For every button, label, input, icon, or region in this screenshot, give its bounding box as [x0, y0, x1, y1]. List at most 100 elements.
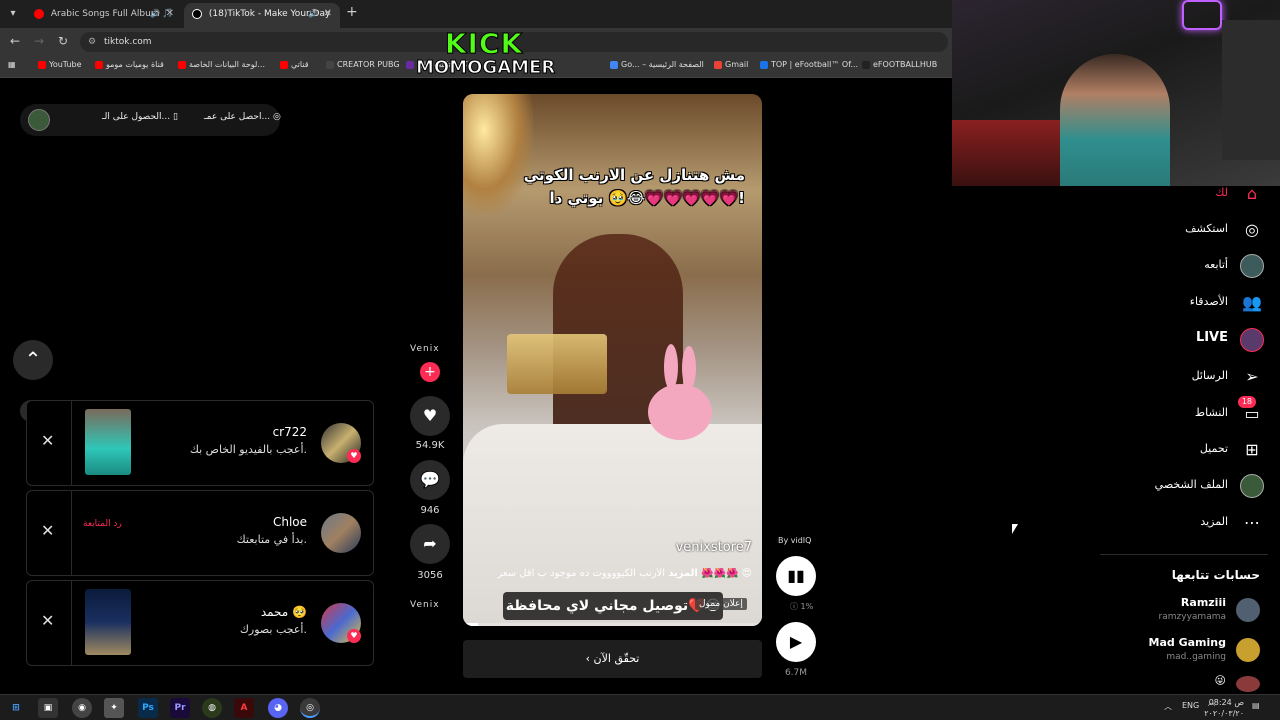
language-indicator[interactable]: ENG	[1182, 701, 1199, 710]
bookmark-google-home[interactable]: Go... – الصفحة الرئيسية	[610, 60, 704, 69]
tray-chevron-icon[interactable]: ︿	[1164, 701, 1172, 712]
close-tab-icon[interactable]: ✕	[166, 3, 174, 25]
photo-thumbnail[interactable]	[85, 589, 131, 655]
close-icon[interactable]: ✕	[41, 521, 54, 540]
follow-plus-icon[interactable]: +	[420, 362, 440, 382]
get-coins-link[interactable]: احصل على عمـ... ◎	[204, 112, 281, 122]
video-progress-bar[interactable]	[463, 623, 762, 626]
obs-icon[interactable]: ◉	[72, 698, 92, 718]
chrome-icon[interactable]: ◎	[300, 698, 320, 718]
browser-tab-youtube[interactable]: Arabic Songs Full Album 🎵 🔊 ✕	[26, 3, 182, 28]
following-account[interactable]: Mad Gaming mad..gaming	[1100, 634, 1270, 670]
bookmark-efootball[interactable]: TOP | eFootball™ Of...	[760, 60, 858, 69]
notification-center-icon[interactable]: ▤	[1252, 701, 1260, 710]
friends-icon: 👥	[1242, 293, 1262, 312]
app-icon[interactable]: ◍	[202, 698, 222, 718]
heart-icon: ♥	[422, 406, 438, 425]
share-button[interactable]: ➦	[410, 524, 450, 564]
follow-back-button[interactable]: رد المتابعة	[83, 519, 122, 529]
sidebar-item-following[interactable]: أتابعه	[1114, 248, 1264, 284]
sound-brand-logo[interactable]: Venix	[410, 600, 440, 610]
following-account[interactable]: 😜	[1100, 672, 1270, 692]
bar-chart-icon: ▮▮	[787, 566, 805, 585]
pink-bunny-toy	[648, 344, 712, 440]
coin-icon: ◎	[272, 112, 281, 122]
site-info-icon[interactable]: ⚙	[88, 32, 96, 52]
video-player[interactable]: مش هتنازل عن الارنب الكوتي بوتي دا 🥹😂💗💗💗…	[463, 94, 762, 626]
get-app-link[interactable]: الحصول على الـ... ▯	[102, 112, 178, 122]
kick-stream-overlay: KICK MOMOGAMER	[416, 29, 556, 78]
tab-search-icon[interactable]: ▾	[4, 5, 22, 23]
comment-button[interactable]: 💬	[410, 460, 450, 500]
back-arrow-icon[interactable]: ←	[10, 34, 20, 48]
close-tab-icon[interactable]: ✕	[324, 3, 332, 25]
sidebar-item-upload[interactable]: تحميل ⊞	[1114, 432, 1264, 468]
premiere-icon[interactable]: Pr	[170, 698, 190, 718]
phone-icon: ▯	[172, 112, 178, 122]
notification-card[interactable]: ✕ محمد 🥺 أعجب بصورك. ♥	[26, 580, 374, 666]
bookmark-favicon-icon	[714, 60, 722, 69]
sidebar-item-more[interactable]: المزيد ⋯	[1114, 505, 1264, 541]
like-button[interactable]: ♥	[410, 396, 450, 436]
profile-icon	[1240, 474, 1264, 498]
sidebar-item-profile[interactable]: الملف الشخصي	[1114, 468, 1264, 504]
vidiq-label: By vidIQ	[778, 536, 812, 545]
streamer-figure	[1060, 54, 1170, 186]
more-icon: ⋯	[1244, 513, 1260, 532]
app-icon[interactable]: ✦	[104, 698, 124, 718]
photoshop-icon[interactable]: Ps	[138, 698, 158, 718]
bookmark-favicon-icon	[610, 60, 618, 69]
discord-icon[interactable]: ◕	[268, 698, 288, 718]
tiktok-favicon-icon	[192, 8, 202, 19]
taskbar-clock[interactable]: 08:24 ص ٢٠٢٠/٠٣/٢٠	[1204, 697, 1244, 719]
close-icon[interactable]: ✕	[41, 431, 54, 450]
chevron-left-icon: ‹	[585, 652, 594, 665]
sidebar-item-friends[interactable]: الأصدقاء 👥	[1114, 285, 1264, 321]
bookmark-favicon-icon	[38, 60, 46, 69]
sidebar-item-activity[interactable]: النشاط ▭ 18	[1114, 396, 1264, 432]
bookmark-youtube[interactable]: YouTube	[38, 60, 82, 69]
notification-message: أعجب بصورك.	[239, 623, 307, 636]
avatar[interactable]	[28, 109, 50, 131]
notification-card[interactable]: ✕ cr722 أعجب بالفيديو الخاص بك. ♥	[26, 400, 374, 486]
bookmark-gmail[interactable]: Gmail	[714, 60, 748, 69]
avatar[interactable]	[321, 513, 361, 553]
forward-arrow-icon[interactable]: →	[34, 34, 44, 48]
reload-icon[interactable]: ↻	[58, 34, 68, 48]
bookmark-efootballhub[interactable]: eFOOTBALLHUB	[862, 60, 937, 69]
windows-start-icon[interactable]: ⊞	[6, 698, 26, 718]
new-tab-button[interactable]: +	[346, 4, 358, 20]
comment-icon: 💬	[420, 470, 440, 489]
sidebar-item-live[interactable]: LIVE	[1114, 322, 1264, 358]
previous-video-button[interactable]: ⌃	[13, 340, 53, 380]
play-button[interactable]: ▶	[776, 622, 816, 662]
bookmark-momo-channel[interactable]: قناة يوميات مومو	[95, 60, 164, 69]
browser-tab-tiktok[interactable]: (18)TikTok - Make Your Day 🔊 ✕	[184, 3, 340, 28]
acrobat-icon[interactable]: A	[234, 698, 254, 718]
progress-fill	[463, 623, 478, 626]
check-now-button[interactable]: ‹ تحقّق الآن	[463, 640, 762, 678]
stats-button[interactable]: ▮▮	[776, 556, 816, 596]
divider	[71, 401, 72, 485]
more-link[interactable]: المزيد	[668, 568, 698, 579]
sidebar-item-messages[interactable]: الرسائل ➢	[1114, 359, 1264, 395]
avatar	[1236, 598, 1260, 622]
url-text: tiktok.com	[104, 37, 152, 47]
sidebar-item-for-you[interactable]: لك ⌂	[1114, 176, 1264, 212]
notification-card[interactable]: ✕ رد المتابعة Chloe بدأ في متابعتك.	[26, 490, 374, 576]
creator-brand-logo[interactable]: Venix	[410, 344, 440, 354]
close-icon[interactable]: ✕	[41, 611, 54, 630]
speaker-icon[interactable]: 🔊	[150, 3, 160, 25]
youtube-favicon-icon	[34, 8, 44, 19]
bookmark-my-channel[interactable]: قناتي	[280, 60, 309, 69]
speaker-icon[interactable]: 🔊	[308, 3, 318, 25]
following-account[interactable]: Ramziii ramzyyamama	[1100, 594, 1270, 630]
video-thumbnail[interactable]	[85, 409, 131, 475]
share-arrow-icon: ➦	[423, 534, 437, 553]
bookmark-creator-pubg[interactable]: CREATOR PUBG	[326, 60, 400, 69]
shelf	[1222, 20, 1280, 160]
bookmark-dashboard[interactable]: لوحة البيانات الخاصة...	[178, 60, 265, 69]
app-icon[interactable]: ▣	[38, 698, 58, 718]
sidebar-item-explore[interactable]: استكشف ◎	[1114, 212, 1264, 248]
apps-grid-icon[interactable]: ▦	[8, 60, 16, 69]
